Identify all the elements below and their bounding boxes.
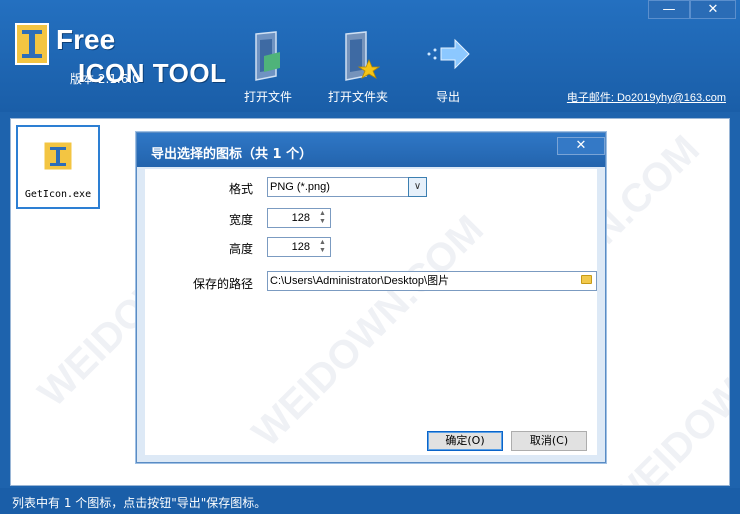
open-file-label: 打开文件	[243, 90, 292, 104]
open-folder-label: 打开文件夹	[327, 90, 388, 104]
open-file-button[interactable]: 打开文件	[228, 30, 308, 108]
width-label: 宽度	[229, 213, 254, 227]
header: — ✕ Free ICON TOOL 版本 2.1.6.0 打开文件 打开文件夹…	[0, 0, 740, 112]
folder-icon[interactable]	[581, 275, 592, 284]
email-link[interactable]: 电子邮件: Do2019yhy@163.com	[567, 89, 726, 105]
format-value: PNG (*.png)	[270, 181, 330, 193]
path-label: 保存的路径	[193, 277, 254, 291]
app-window: — ✕ Free ICON TOOL 版本 2.1.6.0 打开文件 打开文件夹…	[0, 0, 740, 514]
logo-free-text: Free	[56, 24, 116, 55]
format-select[interactable]: PNG (*.png) ∨	[267, 177, 427, 197]
height-label: 高度	[229, 242, 254, 256]
app-icon	[43, 141, 73, 171]
width-value: 128	[291, 212, 310, 224]
height-value: 128	[291, 241, 310, 253]
open-folder-icon	[345, 31, 380, 81]
spin-arrows-icon[interactable]: ▲ ▼	[316, 210, 329, 226]
export-dialog: 导出选择的图标（共 1 个） ✕ WEIDOWN.COM 格式 PNG (*.p…	[136, 132, 606, 463]
logo-i-icon	[15, 23, 49, 65]
watermark: WEIDOWN.COM	[599, 277, 730, 486]
height-stepper[interactable]: 128 ▲ ▼	[267, 237, 331, 257]
save-path-value: C:\Users\Administrator\Desktop\图片	[270, 275, 450, 287]
list-item[interactable]: GetIcon.exe	[16, 125, 100, 209]
export-arrow-icon	[427, 38, 470, 70]
close-button[interactable]: ✕	[690, 0, 736, 19]
dialog-close-button[interactable]: ✕	[557, 137, 605, 155]
app-logo: Free ICON TOOL	[12, 20, 242, 110]
dialog-title-text: 导出选择的图标（共 1 个）	[151, 147, 313, 162]
open-file-icon	[255, 31, 280, 81]
dialog-title: 导出选择的图标（共 1 个） ✕	[137, 133, 605, 167]
chevron-down-icon[interactable]: ∨	[408, 177, 427, 197]
spin-arrows-icon[interactable]: ▲ ▼	[316, 239, 329, 255]
file-name: GetIcon.exe	[24, 189, 92, 200]
save-path-field[interactable]: C:\Users\Administrator\Desktop\图片	[267, 271, 597, 291]
version-label: 版本 2.1.6.0	[70, 72, 140, 86]
minimize-button[interactable]: —	[648, 0, 690, 19]
window-controls: — ✕	[648, 0, 736, 19]
ok-button[interactable]: 确定(O)	[427, 431, 503, 451]
format-label: 格式	[229, 182, 254, 196]
cancel-button[interactable]: 取消(C)	[511, 431, 587, 451]
width-stepper[interactable]: 128 ▲ ▼	[267, 208, 331, 228]
export-label: 导出	[435, 90, 460, 104]
open-folder-button[interactable]: 打开文件夹	[318, 30, 398, 108]
export-button[interactable]: 导出	[408, 30, 488, 108]
dialog-body: WEIDOWN.COM 格式 PNG (*.png) ∨ 宽度 128 ▲ ▼ 高…	[145, 169, 597, 455]
status-bar: 列表中有 1 个图标，点击按钮"导出"保存图标。	[0, 488, 740, 514]
